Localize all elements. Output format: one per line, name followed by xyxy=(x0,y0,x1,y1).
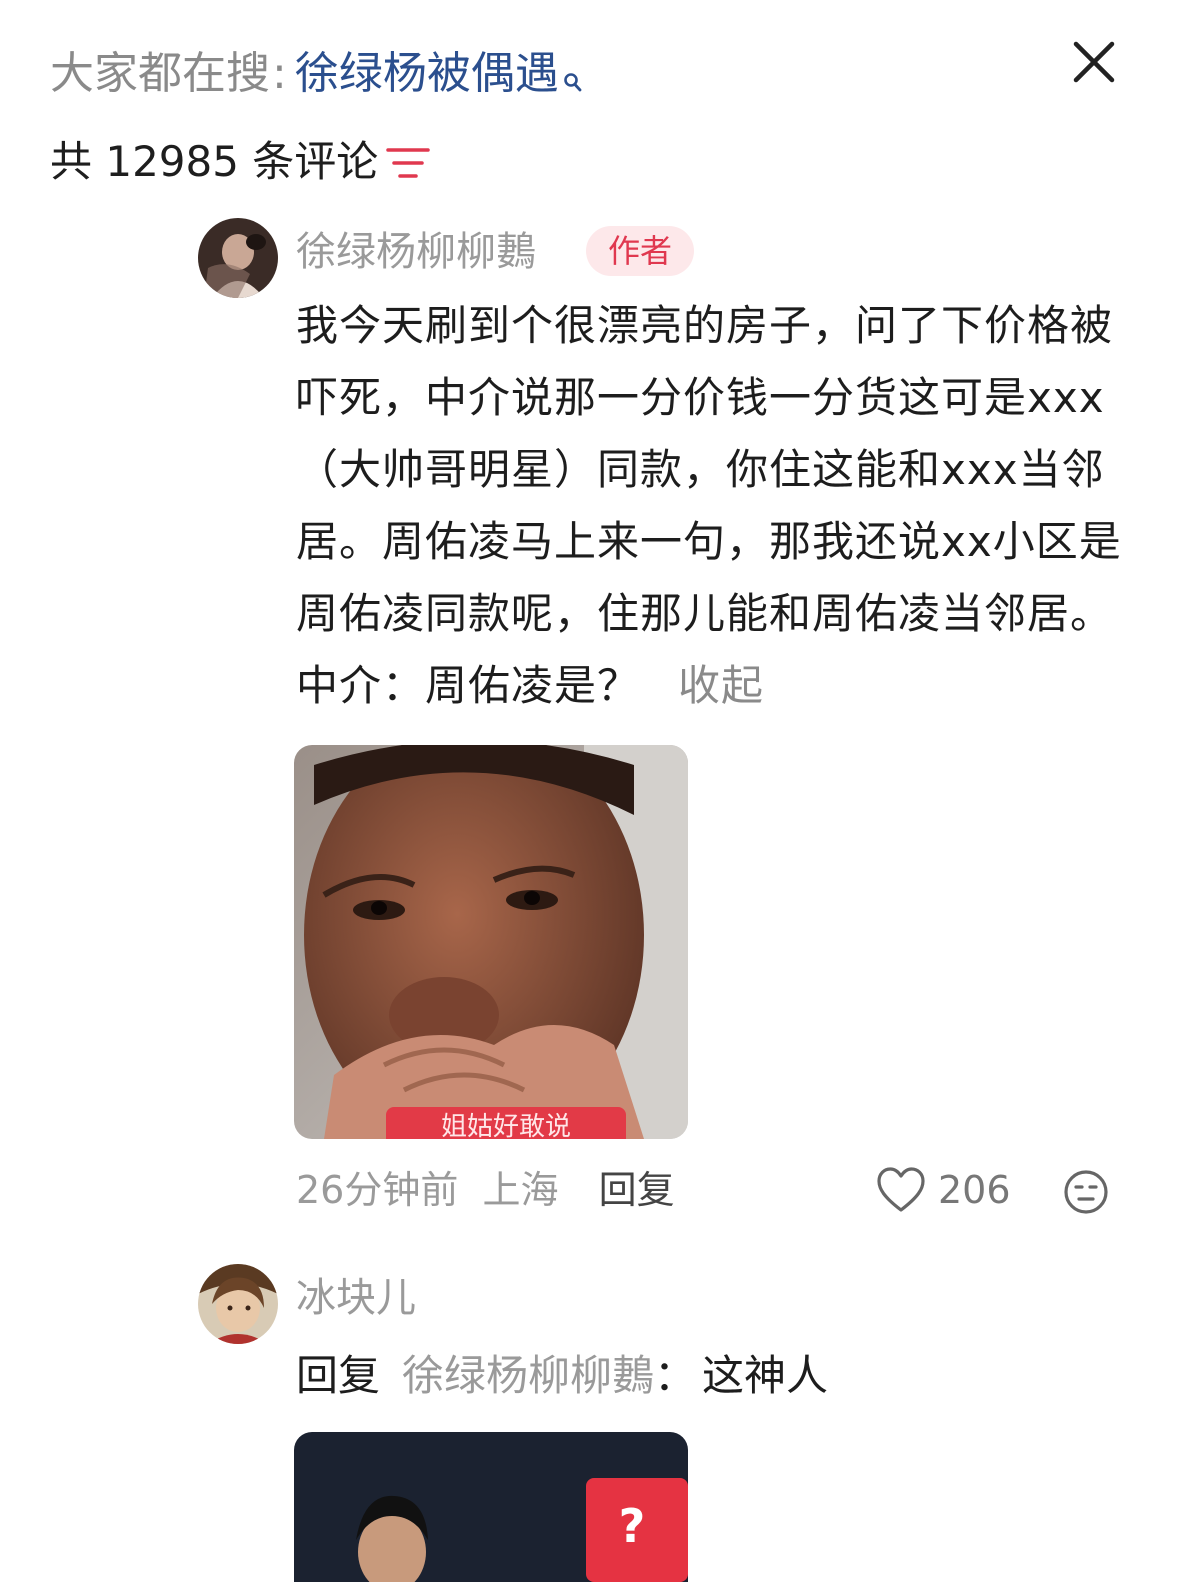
search-term-link[interactable]: 徐绿杨被偶遇 xyxy=(295,48,559,99)
close-icon[interactable] xyxy=(1066,34,1122,90)
reply-image[interactable]: ? xyxy=(294,1432,688,1582)
reply-prefix: 回复 xyxy=(296,1351,381,1400)
like-count: 206 xyxy=(938,1168,1011,1212)
reply-text: 这神人 xyxy=(702,1351,829,1400)
comment-text: 我今天刷到个很漂亮的房子，问了下价格被吓死，中介说那一分价钱一分货这可是xxx（… xyxy=(296,301,1122,710)
search-icon xyxy=(563,50,583,110)
filter-icon[interactable] xyxy=(386,144,430,182)
comment-count: 共 12985 条评论 xyxy=(50,137,379,186)
comment-image[interactable]: 姐姑好敢说 xyxy=(294,745,688,1139)
reply-target-username[interactable]: 徐绿杨柳柳鶈 xyxy=(402,1351,654,1400)
heart-icon xyxy=(877,1167,925,1212)
comment-username[interactable]: 冰块儿 xyxy=(296,1272,416,1324)
comment-location: 上海 xyxy=(482,1168,559,1212)
media-caption: 姐姑好敢说 xyxy=(441,1112,571,1139)
media-badge: ? xyxy=(619,1499,646,1553)
reply-body: 回复 徐绿杨柳柳鶈： 这神人 xyxy=(296,1346,828,1406)
author-badge: 作者 xyxy=(586,226,695,276)
reply-button[interactable]: 回复 xyxy=(599,1168,675,1212)
trending-search[interactable]: 大家都在搜: 徐绿杨被偶遇 xyxy=(50,44,583,110)
comment-meta: 26分钟前 上海 回复 xyxy=(296,1164,675,1216)
search-colon: : xyxy=(272,48,287,99)
comment-username[interactable]: 徐绿杨柳柳鶈 xyxy=(296,226,536,278)
search-header: 大家都在搜: 徐绿杨被偶遇 xyxy=(0,0,1179,120)
dislike-face-icon[interactable] xyxy=(1062,1168,1110,1216)
reply-colon: ： xyxy=(654,1351,697,1400)
avatar[interactable] xyxy=(198,218,278,298)
avatar[interactable] xyxy=(198,1264,278,1344)
comment-time: 26分钟前 xyxy=(296,1168,459,1212)
like-button[interactable]: 206 xyxy=(876,1164,1016,1216)
search-prefix: 大家都在搜 xyxy=(50,48,270,99)
collapse-button[interactable]: 收起 xyxy=(678,661,764,710)
comment-body: 我今天刷到个很漂亮的房子，问了下价格被吓死，中介说那一分价钱一分货这可是xxx（… xyxy=(296,290,1126,722)
